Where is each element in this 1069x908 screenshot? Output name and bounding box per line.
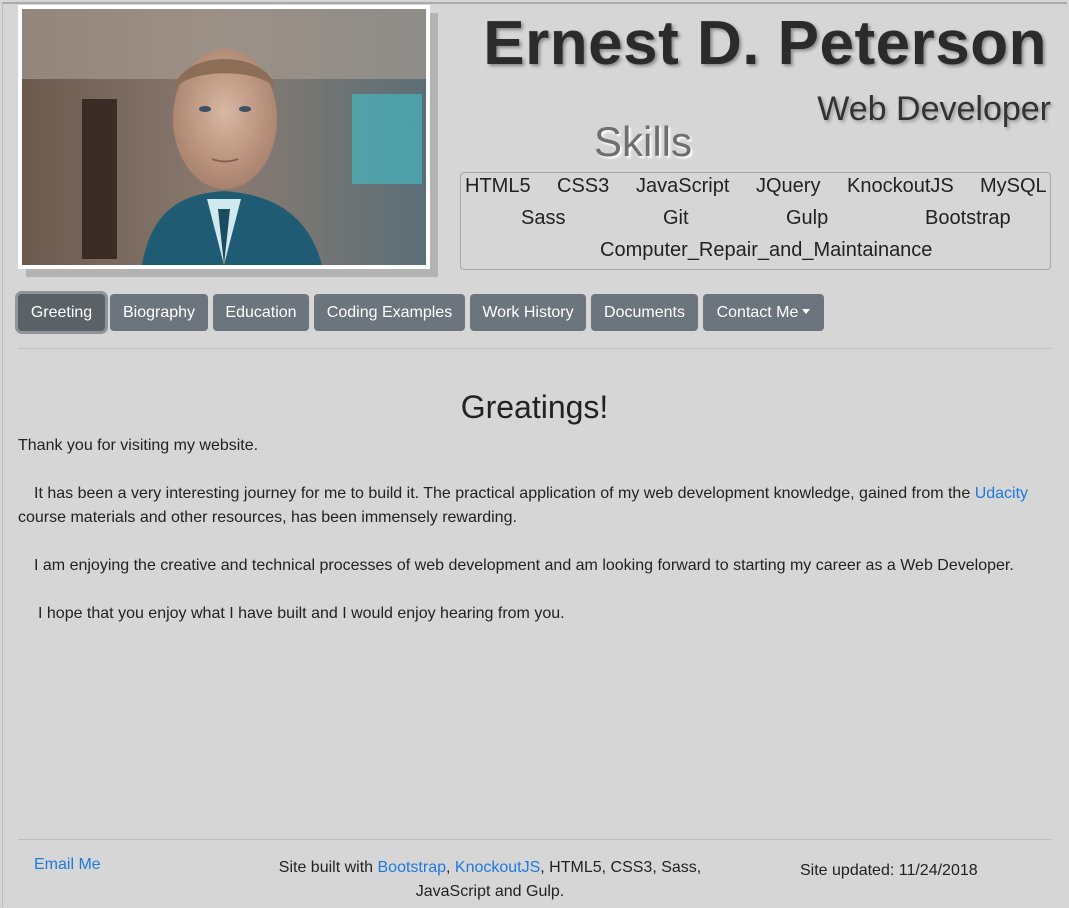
- skill-item: KnockoutJS: [847, 175, 954, 197]
- nav-documents-button[interactable]: Documents: [591, 294, 698, 331]
- email-me-link[interactable]: Email Me: [34, 856, 101, 874]
- nav-work-history-button[interactable]: Work History: [470, 294, 586, 331]
- profile-photo: [18, 5, 430, 269]
- skill-item: Gulp: [786, 207, 829, 229]
- skill-item: Sass: [521, 207, 566, 229]
- skill-item: Bootstrap: [925, 207, 1011, 229]
- nav-education-button[interactable]: Education: [213, 294, 309, 331]
- skills-heading: Skills: [594, 118, 693, 165]
- caret-down-icon: [802, 309, 811, 314]
- skill-item: HTML5: [465, 175, 531, 197]
- paragraph: Thank you for visiting my website.: [18, 437, 259, 454]
- paragraph: I am enjoying the creative and technical…: [34, 557, 1014, 574]
- nav-contact-dropdown[interactable]: Contact Me: [703, 294, 824, 331]
- paragraph: It has been a very interesting journey f…: [18, 482, 1048, 530]
- site-updated: Site updated: 11/24/2018: [800, 862, 978, 879]
- job-title: Web Developer: [817, 90, 1051, 128]
- person-name: Ernest D. Peterson: [483, 9, 1047, 78]
- skill-item: JQuery: [756, 175, 821, 197]
- udacity-link[interactable]: Udacity: [975, 485, 1028, 502]
- paragraph-text: It has been a very interesting journey f…: [34, 485, 971, 502]
- paragraph-text: course materials and other resources, ha…: [18, 509, 517, 526]
- site-built-with: Site built with Bootstrap, KnockoutJS, H…: [260, 856, 720, 904]
- bootstrap-link[interactable]: Bootstrap: [378, 859, 446, 876]
- contact-label: Contact Me: [716, 304, 799, 321]
- skill-item: Computer_Repair_and_Maintainance: [600, 239, 933, 261]
- skill-item: MySQL: [980, 175, 1047, 197]
- nav-greeting-button[interactable]: Greeting: [18, 294, 105, 331]
- built-separator: ,: [445, 859, 451, 876]
- skills-list: HTML5 CSS3 JavaScript JQuery KnockoutJS …: [460, 172, 1051, 270]
- built-prefix: Site built with: [278, 859, 374, 876]
- skill-item: CSS3: [557, 175, 610, 197]
- skill-item: Git: [663, 207, 689, 229]
- nav-biography-button[interactable]: Biography: [110, 294, 208, 331]
- section-heading: Greatings!: [460, 389, 609, 425]
- footer-divider: [18, 839, 1051, 840]
- divider: [18, 348, 1051, 349]
- skill-item: JavaScript: [636, 175, 730, 197]
- paragraph: I hope that you enjoy what I have built …: [38, 605, 565, 622]
- nav-coding-examples-button[interactable]: Coding Examples: [314, 294, 465, 331]
- knockoutjs-link[interactable]: KnockoutJS: [455, 859, 540, 876]
